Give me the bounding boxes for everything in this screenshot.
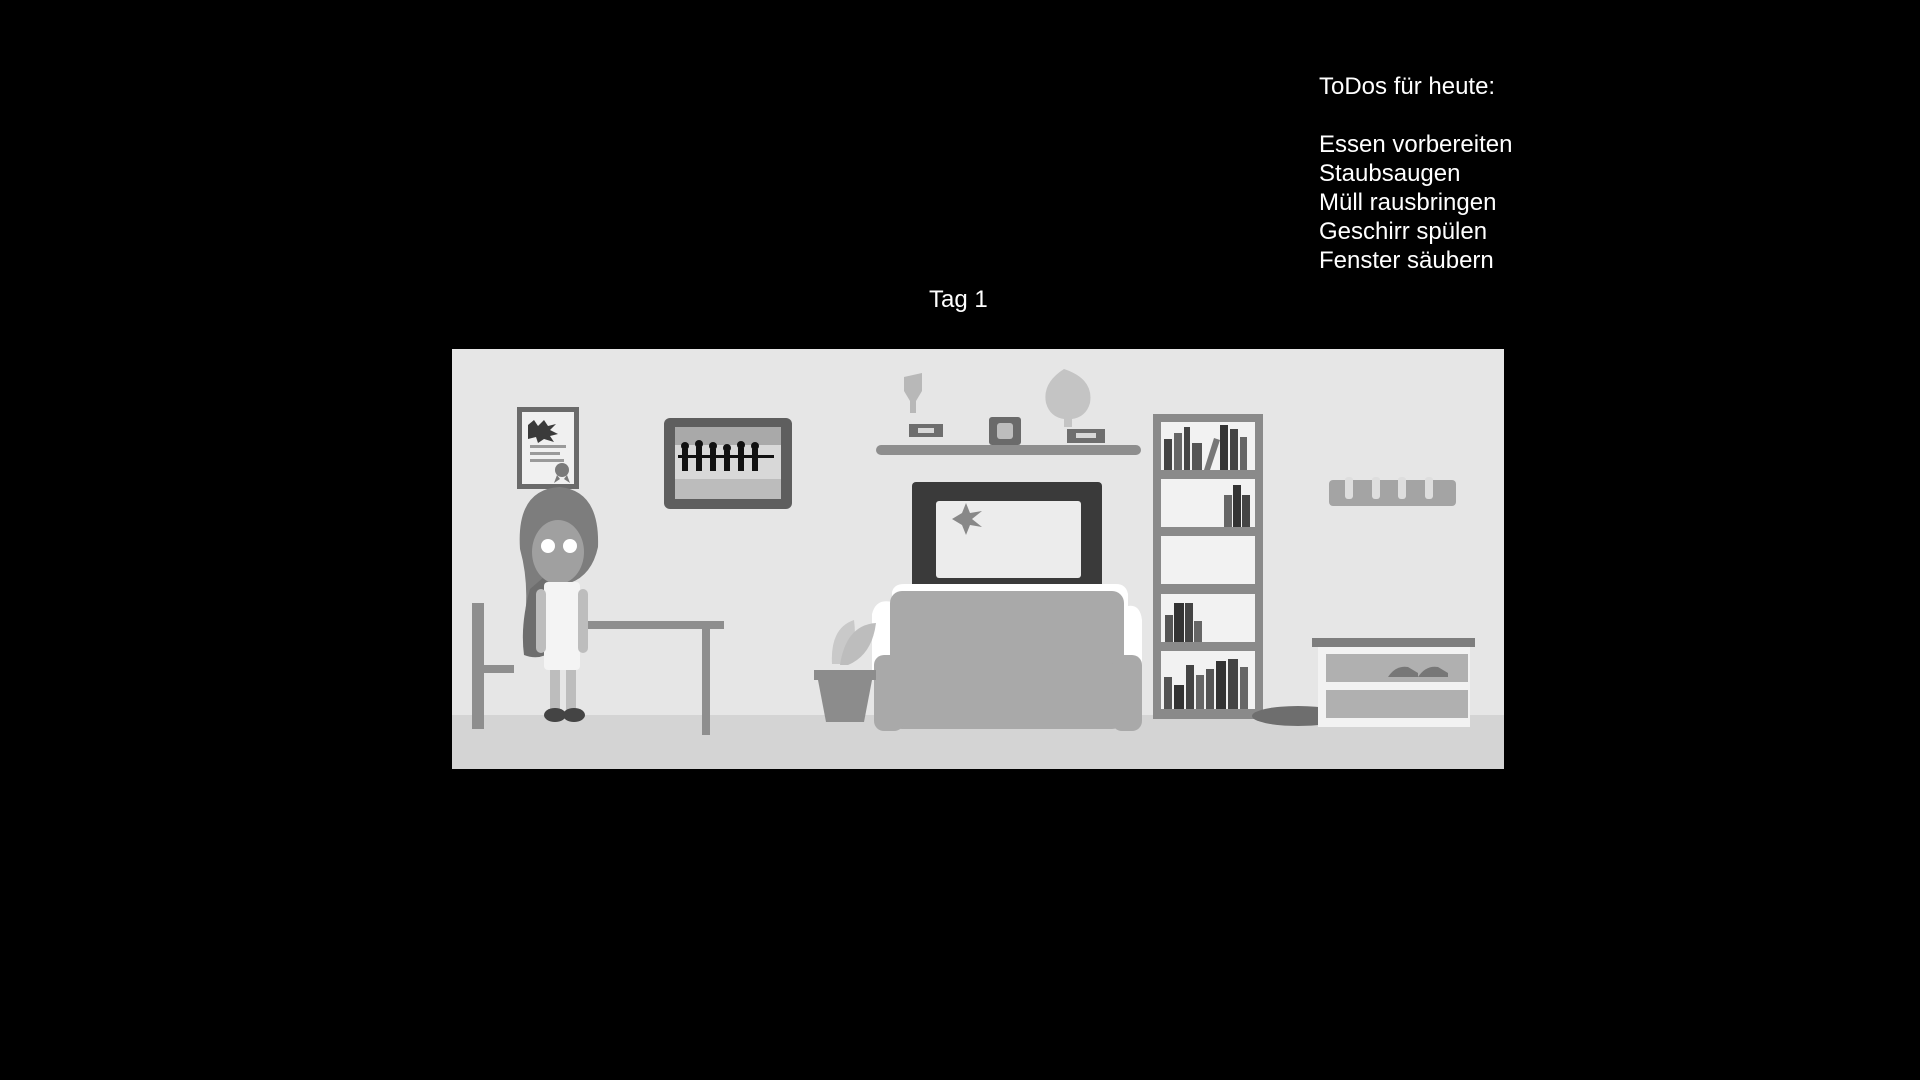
todo-heading: ToDos für heute: [1319, 73, 1496, 100]
todo-item-essen-vorbereiten: Essen vorbereiten [1319, 131, 1513, 158]
potted-plant[interactable] [814, 620, 876, 722]
game-screen: ToDos für heute: Essen vorbereiten Staub… [0, 0, 1920, 1080]
todo-item-muell-rausbringen: Müll rausbringen [1319, 189, 1497, 216]
todo-item-fenster-saeubern: Fenster säubern [1319, 247, 1494, 274]
photo-frame[interactable] [664, 418, 792, 509]
player-character[interactable] [519, 487, 599, 722]
wall-shelf[interactable] [876, 445, 1141, 455]
shoe-cabinet[interactable] [1312, 638, 1475, 727]
bookshelf[interactable] [1153, 414, 1263, 719]
todo-list: ToDos für heute: Essen vorbereiten Staub… [1319, 72, 1512, 275]
todo-item-geschirr-spuelen: Geschirr spülen [1319, 218, 1488, 245]
coat-rack[interactable] [1329, 477, 1456, 506]
chair[interactable] [472, 603, 514, 729]
sofa[interactable] [872, 584, 1142, 731]
todo-item-staubsaugen: Staubsaugen [1319, 160, 1461, 187]
day-label: Tag 1 [929, 286, 988, 313]
television[interactable] [912, 482, 1102, 590]
trophy-left[interactable] [904, 373, 943, 437]
living-room-scene[interactable] [452, 349, 1504, 769]
certificate-frame[interactable] [517, 407, 579, 489]
trophy-center[interactable] [989, 417, 1021, 445]
trophy-right[interactable] [1045, 369, 1105, 443]
